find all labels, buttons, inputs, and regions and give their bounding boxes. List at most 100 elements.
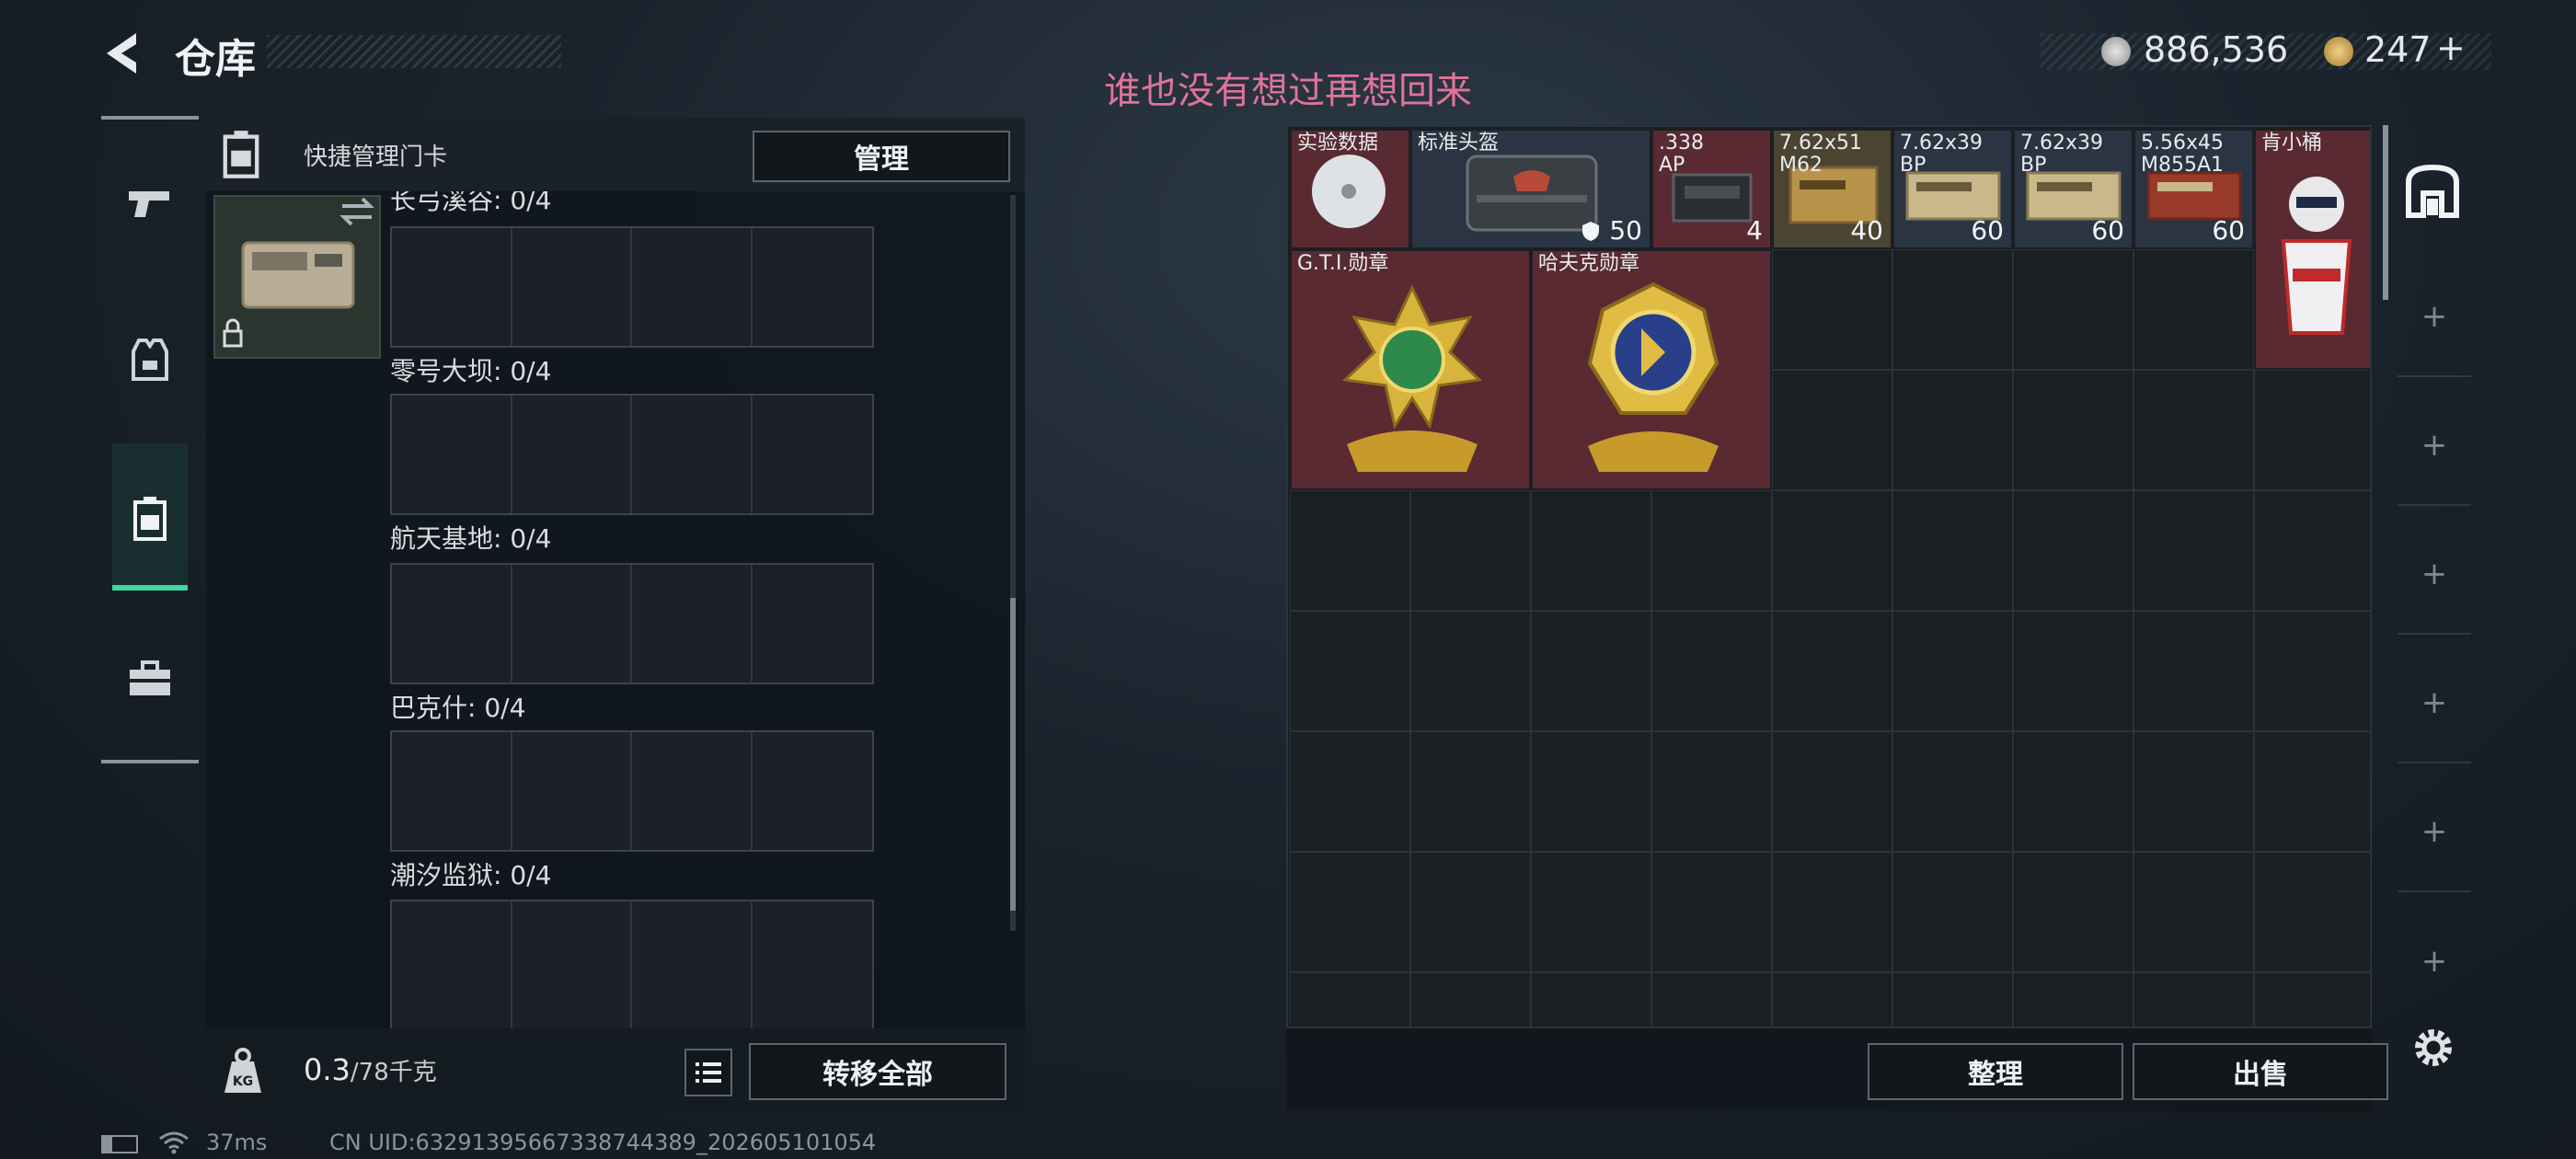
storage-cell[interactable] bbox=[1772, 249, 1892, 370]
storage-cell[interactable] bbox=[1410, 972, 1531, 1027]
storage-cell[interactable] bbox=[2013, 972, 2133, 1027]
storage-cell[interactable] bbox=[1410, 611, 1531, 731]
storage-item[interactable]: 肯小桶 bbox=[2254, 129, 2370, 370]
storage-item[interactable]: 7.62x39 BP 60 bbox=[2013, 129, 2133, 249]
storage-cell[interactable] bbox=[1290, 972, 1410, 1027]
map-slots[interactable] bbox=[390, 563, 874, 684]
storage-cell[interactable] bbox=[2133, 249, 2254, 370]
storage-cell[interactable] bbox=[1772, 490, 1892, 611]
storage-cell[interactable] bbox=[1290, 490, 1410, 611]
item-count: 4 bbox=[1746, 215, 1763, 246]
map-slots[interactable] bbox=[390, 730, 874, 852]
item-count: 50 bbox=[1581, 215, 1642, 246]
settings-button[interactable] bbox=[2409, 1023, 2458, 1073]
coin-icon bbox=[2101, 37, 2131, 66]
storage-item[interactable]: .338 AP 4 bbox=[1651, 129, 1772, 249]
storage-cell[interactable] bbox=[1892, 490, 2013, 611]
keycard-icon bbox=[133, 497, 167, 541]
storage-cell[interactable] bbox=[1892, 731, 2013, 852]
storage-cell[interactable] bbox=[1531, 731, 1651, 852]
storage-scrollbar-thumb[interactable] bbox=[2383, 125, 2388, 300]
storage-cell[interactable] bbox=[1772, 611, 1892, 731]
storage-cell[interactable] bbox=[1290, 611, 1410, 731]
wifi-icon bbox=[158, 1130, 190, 1155]
storage-cell[interactable] bbox=[2254, 370, 2370, 490]
storage-cell[interactable] bbox=[1651, 972, 1772, 1027]
storage-cell[interactable] bbox=[1410, 731, 1531, 852]
storage-cell[interactable] bbox=[2133, 972, 2254, 1027]
storage-cell[interactable] bbox=[1892, 611, 2013, 731]
storage-cell[interactable] bbox=[2133, 370, 2254, 490]
storage-cell[interactable] bbox=[1651, 731, 1772, 852]
sidebar-item-keycards[interactable] bbox=[124, 493, 176, 545]
rail-divider-top bbox=[101, 116, 199, 120]
warehouse-tab[interactable] bbox=[2403, 162, 2462, 221]
storage-cell[interactable] bbox=[1531, 611, 1651, 731]
transfer-all-button[interactable]: 转移全部 bbox=[749, 1043, 1006, 1100]
storage-item[interactable]: 实验数据 bbox=[1290, 129, 1410, 249]
add-storage-slot[interactable]: + bbox=[2398, 901, 2471, 1021]
storage-cell[interactable] bbox=[2254, 490, 2370, 611]
ping-readout: 37ms bbox=[206, 1130, 268, 1155]
storage-cell[interactable] bbox=[2133, 611, 2254, 731]
sell-button[interactable]: 出售 bbox=[2133, 1043, 2388, 1100]
storage-cell[interactable] bbox=[2013, 852, 2133, 972]
storage-cell[interactable] bbox=[1410, 490, 1531, 611]
storage-cell[interactable] bbox=[1892, 852, 2013, 972]
storage-cell[interactable] bbox=[2013, 249, 2133, 370]
storage-cell[interactable] bbox=[1531, 972, 1651, 1027]
storage-cell[interactable] bbox=[2013, 611, 2133, 731]
keycard-scrollbar-thumb[interactable] bbox=[1010, 598, 1016, 911]
storage-cell[interactable] bbox=[1531, 490, 1651, 611]
map-slots[interactable] bbox=[390, 226, 874, 348]
map-slots[interactable] bbox=[390, 900, 874, 1028]
keycard-panel-title: 快捷管理门卡 bbox=[304, 143, 448, 171]
sort-button[interactable]: 整理 bbox=[1868, 1043, 2123, 1100]
storage-cell[interactable] bbox=[2254, 611, 2370, 731]
storage-item[interactable]: 7.62x51 M62 40 bbox=[1772, 129, 1892, 249]
manage-button[interactable]: 管理 bbox=[753, 131, 1010, 182]
add-storage-slot[interactable]: + bbox=[2398, 515, 2471, 635]
storage-cell[interactable] bbox=[2013, 490, 2133, 611]
storage-item[interactable]: G.T.I.勋章 bbox=[1290, 249, 1531, 490]
sidebar-item-weapons[interactable] bbox=[124, 178, 176, 230]
storage-cell[interactable] bbox=[1772, 852, 1892, 972]
storage-cell[interactable] bbox=[1772, 972, 1892, 1027]
storage-grid[interactable]: 实验数据 标准头盔 50 .338 AP 4 7.62x51 M62 40 7.… bbox=[1286, 125, 2372, 1028]
storage-item[interactable]: 7.62x39 BP 60 bbox=[1892, 129, 2013, 249]
storage-cell[interactable] bbox=[1892, 249, 2013, 370]
storage-cell[interactable] bbox=[2013, 731, 2133, 852]
storage-item[interactable]: 标准头盔 50 bbox=[1410, 129, 1651, 249]
storage-cell[interactable] bbox=[2254, 731, 2370, 852]
storage-cell[interactable] bbox=[1290, 852, 1410, 972]
add-storage-slot[interactable]: + bbox=[2398, 773, 2471, 892]
storage-cell[interactable] bbox=[1531, 852, 1651, 972]
storage-cell[interactable] bbox=[2013, 370, 2133, 490]
storage-cell[interactable] bbox=[1651, 852, 1772, 972]
keycard-header-icon bbox=[221, 129, 261, 180]
add-currency-button[interactable]: + bbox=[2436, 28, 2466, 68]
storage-item[interactable]: 哈夫克勋章 bbox=[1531, 249, 1772, 490]
storage-cell[interactable] bbox=[2133, 852, 2254, 972]
storage-cell[interactable] bbox=[2254, 852, 2370, 972]
storage-cell[interactable] bbox=[1772, 731, 1892, 852]
storage-cell[interactable] bbox=[1892, 972, 2013, 1027]
storage-cell[interactable] bbox=[1410, 852, 1531, 972]
add-storage-slot[interactable]: + bbox=[2398, 644, 2471, 763]
map-list[interactable]: 长弓溪谷: 0/4 零号大坝: 0/4 航天基地: 0/4 巴克什: 0/4 潮… bbox=[206, 191, 1025, 1028]
sidebar-item-supplies[interactable] bbox=[124, 653, 176, 705]
map-slots[interactable] bbox=[390, 394, 874, 515]
storage-cell[interactable] bbox=[2133, 731, 2254, 852]
storage-cell[interactable] bbox=[2254, 972, 2370, 1027]
add-storage-slot[interactable]: + bbox=[2398, 258, 2471, 377]
add-storage-slot[interactable]: + bbox=[2398, 386, 2471, 506]
storage-cell[interactable] bbox=[1772, 370, 1892, 490]
sidebar-item-equipment[interactable] bbox=[124, 335, 176, 386]
storage-cell[interactable] bbox=[1290, 731, 1410, 852]
storage-cell[interactable] bbox=[1651, 490, 1772, 611]
storage-cell[interactable] bbox=[1651, 611, 1772, 731]
list-view-button[interactable] bbox=[684, 1049, 732, 1096]
storage-item[interactable]: 5.56x45 M855A1 60 bbox=[2133, 129, 2254, 249]
storage-cell[interactable] bbox=[2133, 490, 2254, 611]
storage-cell[interactable] bbox=[1892, 370, 2013, 490]
